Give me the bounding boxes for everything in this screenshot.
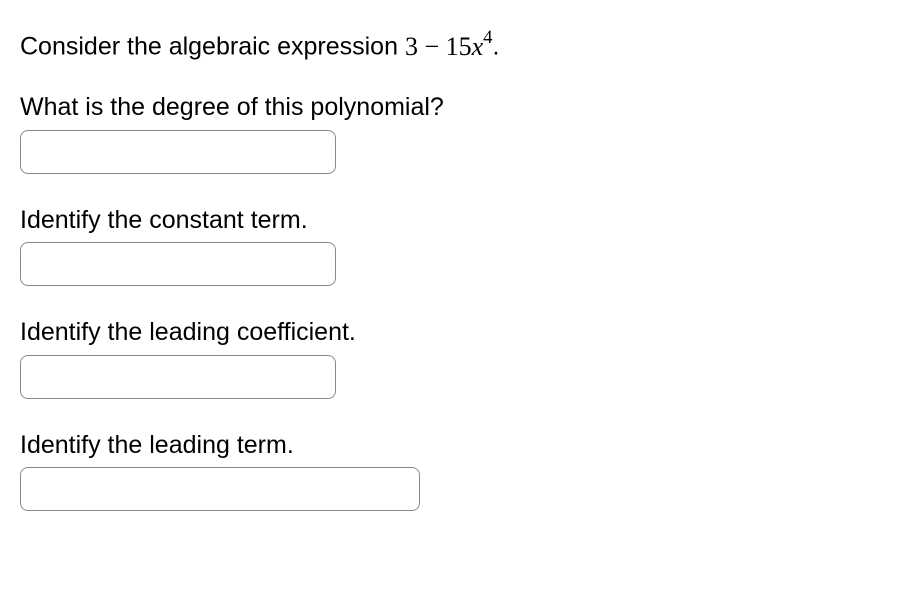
question-leading-term: Identify the leading term. (20, 429, 880, 512)
leading-coefficient-input[interactable] (20, 355, 336, 399)
intro-prefix: Consider the algebraic expression (20, 33, 405, 61)
question-constant-label: Identify the constant term. (20, 204, 880, 237)
question-constant: Identify the constant term. (20, 204, 880, 287)
expr-exponent: 4 (483, 27, 492, 48)
question-leading-term-label: Identify the leading term. (20, 429, 880, 462)
constant-term-input[interactable] (20, 242, 336, 286)
question-degree: What is the degree of this polynomial? (20, 91, 880, 174)
question-degree-label: What is the degree of this polynomial? (20, 91, 880, 124)
leading-term-input[interactable] (20, 467, 420, 511)
question-leading-coefficient: Identify the leading coefficient. (20, 316, 880, 399)
question-leading-coefficient-label: Identify the leading coefficient. (20, 316, 880, 349)
expr-base: 3 − 15x (405, 32, 483, 61)
math-expression: 3 − 15x4 (405, 32, 493, 61)
degree-input[interactable] (20, 130, 336, 174)
intro-text: Consider the algebraic expression 3 − 15… (20, 28, 880, 63)
intro-suffix: . (493, 33, 500, 61)
